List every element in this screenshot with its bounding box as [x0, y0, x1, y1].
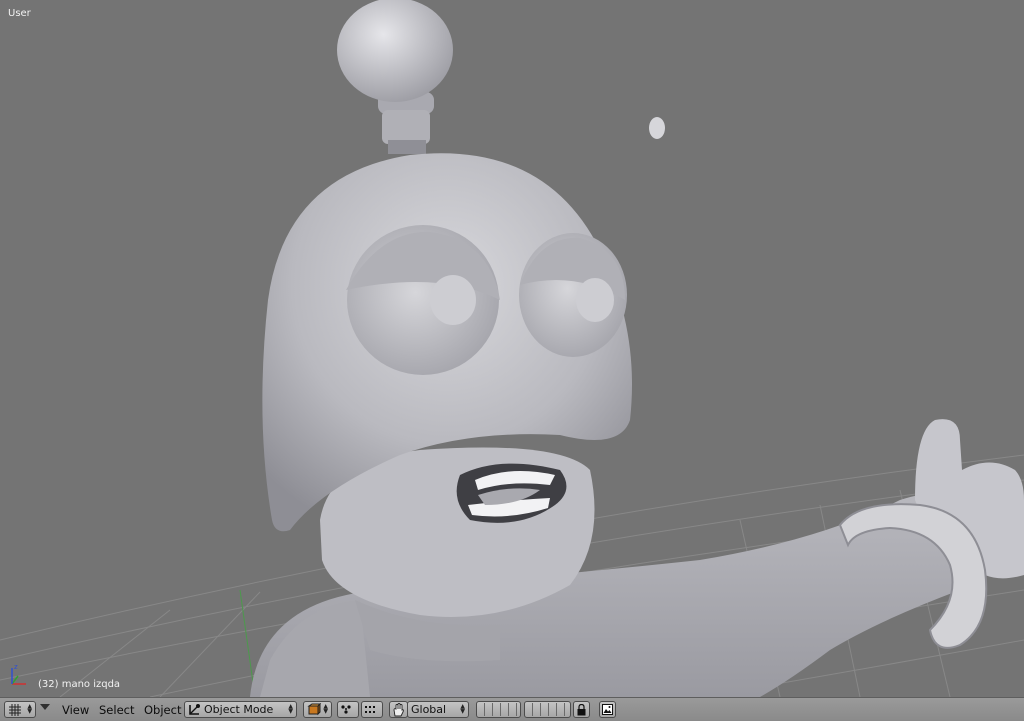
render-preview-button[interactable]	[599, 701, 616, 718]
lock-layers-button[interactable]	[573, 701, 590, 718]
pivot-align-toggle[interactable]	[361, 701, 383, 718]
updown-arrows-icon: ▲ ▼	[323, 703, 328, 715]
updown-arrows-icon: ▲ ▼	[27, 703, 32, 715]
viewport-shading-dropdown[interactable]: ▲ ▼	[303, 701, 332, 718]
grid-icon	[9, 703, 21, 716]
updown-arrows-icon: ▲ ▼	[460, 703, 465, 715]
view-name-label: User	[8, 8, 31, 19]
scene-render	[0, 0, 1024, 697]
orientation-label: Global	[411, 703, 447, 716]
object-mode-icon	[189, 704, 200, 715]
layer-buttons-group-1[interactable]	[476, 701, 521, 718]
viewport-header: ▲ ▼ View Select Object Object Mode ▲ ▼ ▲ ▼ …	[0, 697, 1024, 721]
updown-arrows-icon: ▲ ▼	[288, 703, 293, 715]
axis-gizmo-icon: z	[11, 663, 26, 685]
solid-shading-icon	[307, 703, 321, 716]
render-icon	[602, 704, 613, 715]
lock-icon	[577, 703, 586, 715]
mode-label: Object Mode	[204, 703, 274, 716]
menu-select[interactable]: Select	[99, 703, 134, 717]
layer-buttons-group-2[interactable]	[524, 701, 571, 718]
pivot-icon	[341, 704, 351, 714]
hand-icon	[393, 702, 404, 716]
manipulator-toggle[interactable]	[389, 701, 408, 718]
svg-text:z: z	[14, 663, 18, 671]
pivot-point-dropdown[interactable]	[337, 701, 359, 718]
transform-orientation-dropdown[interactable]: Global ▲ ▼	[407, 701, 469, 718]
collapse-menu-toggle[interactable]	[40, 704, 50, 710]
menu-view[interactable]: View	[62, 703, 89, 717]
mode-dropdown[interactable]: Object Mode ▲ ▼	[184, 701, 297, 718]
3d-viewport[interactable]: User z (32) mano izqda	[0, 0, 1024, 697]
active-object-info: (32) mano izqda	[38, 679, 121, 690]
menu-object[interactable]: Object	[144, 703, 181, 717]
editor-type-button[interactable]: ▲ ▼	[4, 701, 36, 718]
dots-icon	[365, 705, 375, 713]
